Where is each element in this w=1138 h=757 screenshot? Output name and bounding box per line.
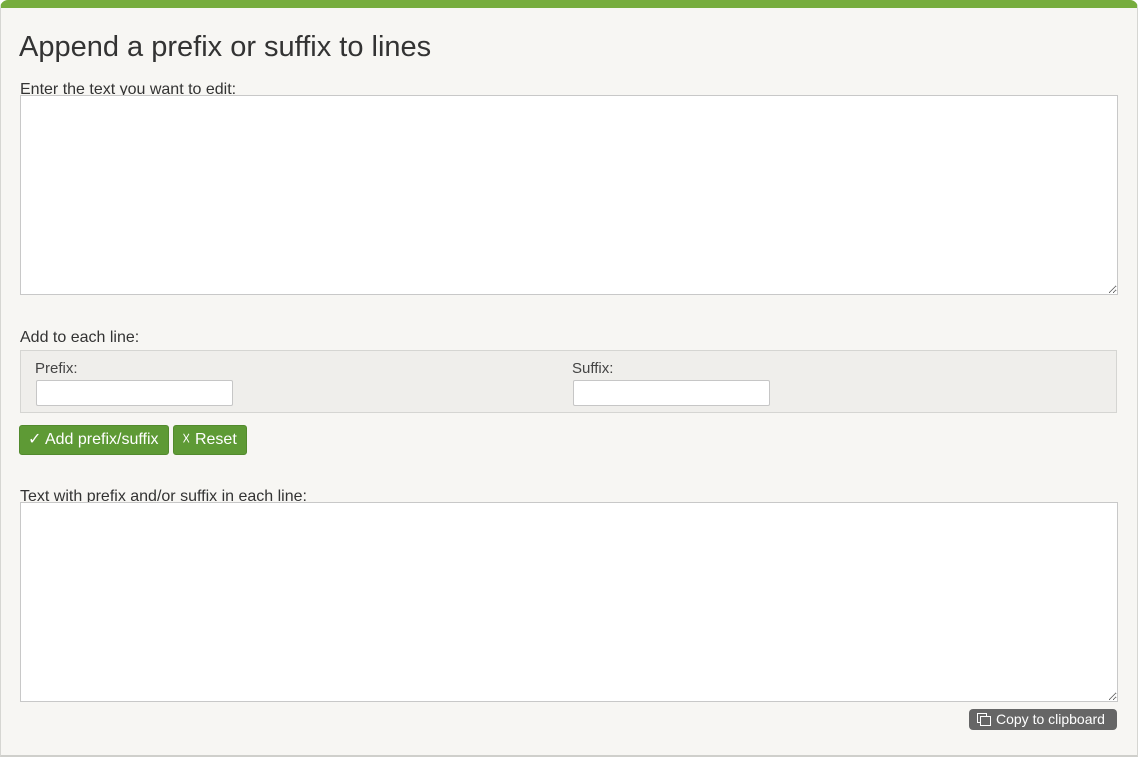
suffix-input[interactable]: [573, 380, 770, 406]
input-textarea[interactable]: [20, 95, 1118, 295]
copy-icon: [977, 713, 991, 726]
prefix-suffix-box: Prefix: Suffix:: [20, 350, 1117, 413]
suffix-label: Suffix:: [572, 360, 614, 377]
reset-button[interactable]: ☓ Reset: [173, 425, 247, 455]
prefix-label: Prefix:: [35, 360, 78, 377]
add-to-each-line-label: Add to each line:: [20, 329, 140, 346]
add-prefix-suffix-button[interactable]: ✓ Add prefix/suffix: [19, 425, 169, 455]
output-textarea[interactable]: [20, 502, 1118, 702]
prefix-input[interactable]: [36, 380, 233, 406]
copy-to-clipboard-button[interactable]: Copy to clipboard: [969, 709, 1117, 730]
copy-to-clipboard-label: Copy to clipboard: [996, 711, 1105, 727]
page-title: Append a prefix or suffix to lines: [19, 31, 432, 63]
tool-panel: Append a prefix or suffix to lines Enter…: [0, 0, 1138, 757]
